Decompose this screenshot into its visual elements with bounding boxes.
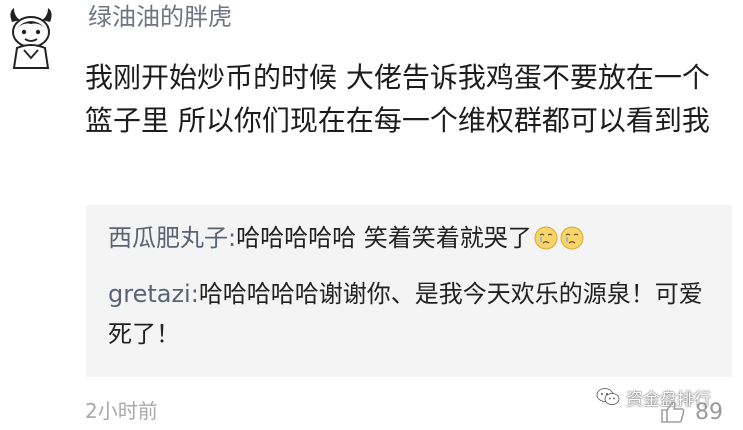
reply-username[interactable]: gretazi: xyxy=(108,280,199,308)
reply-item[interactable]: gretazi:哈哈哈哈哈谢谢你、是我今天欢乐的源泉！可爱死了！ xyxy=(108,274,718,354)
reply-text: 哈哈哈哈哈 笑着笑着就哭了 xyxy=(236,224,532,252)
avatar[interactable] xyxy=(6,6,56,72)
reply-username[interactable]: 西瓜肥丸子: xyxy=(108,224,236,252)
reply-item[interactable]: 西瓜肥丸子:哈哈哈哈哈 笑着笑着就哭了 xyxy=(108,218,718,258)
reply-section[interactable]: 西瓜肥丸子:哈哈哈哈哈 笑着笑着就哭了 gretazi:哈哈哈哈哈谢谢你、是我今… xyxy=(86,205,732,377)
watermark: 资金盘排行 xyxy=(596,385,711,410)
crying-face-icon xyxy=(560,226,584,250)
crying-face-icon xyxy=(534,226,558,250)
comment-text: 我刚开始炒币的时候 大佬告诉我鸡蛋不要放在一个篮子里 所以你们现在在每一个维权群… xyxy=(85,61,710,137)
wechat-icon xyxy=(596,388,620,405)
comment-timestamp: 2小时前 xyxy=(85,399,158,423)
comment-card: 绿油油的胖虎 我刚开始炒币的时候 大佬告诉我鸡蛋不要放在一个篮子里 所以你们现在… xyxy=(0,0,743,430)
like-count: 89 xyxy=(695,400,723,425)
thumbs-up-icon[interactable] xyxy=(660,400,686,424)
comment-username[interactable]: 绿油油的胖虎 xyxy=(88,2,232,32)
